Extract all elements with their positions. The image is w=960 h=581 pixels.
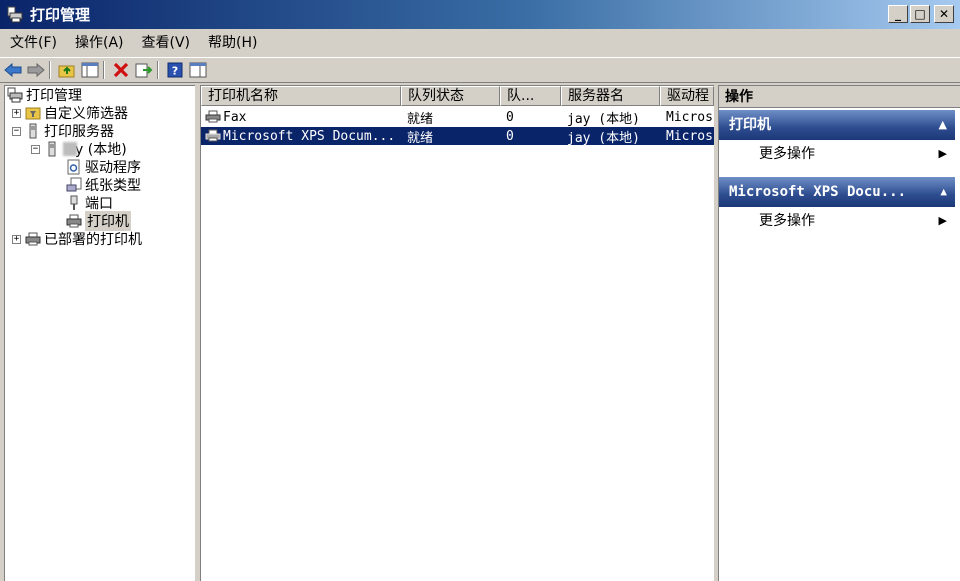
- actions-header: 操作: [719, 86, 960, 108]
- tree-label: y (本地): [75, 142, 127, 158]
- filter-folder-icon: [25, 105, 41, 121]
- column-jobs[interactable]: 队...: [500, 86, 561, 106]
- collapse-up-icon[interactable]: ▲: [940, 177, 947, 207]
- tree-label: 端口: [85, 196, 113, 212]
- menu-help[interactable]: 帮助(H): [200, 32, 265, 52]
- collapse-toggle[interactable]: −: [31, 144, 40, 154]
- printer-icon: [205, 110, 221, 124]
- tree-label: 打印机: [85, 211, 131, 231]
- section-title: Microsoft XPS Docu...: [729, 184, 907, 200]
- printer-name: Microsoft XPS Docum...: [223, 128, 396, 144]
- column-server-name[interactable]: 服务器名: [561, 86, 660, 106]
- column-printer-name[interactable]: 打印机名称: [201, 86, 401, 106]
- cell-jobs: 0: [506, 128, 514, 144]
- column-driver[interactable]: 驱动程: [660, 86, 714, 106]
- column-queue-status[interactable]: 队列状态: [401, 86, 500, 106]
- cell-status: 就绪: [407, 130, 434, 146]
- menu-bar: 文件(F) 操作(A) 查看(V) 帮助(H): [0, 29, 960, 55]
- menu-view[interactable]: 查看(V): [134, 32, 199, 52]
- tree-label: 驱动程序: [85, 160, 141, 176]
- toolbar-separator: [49, 61, 51, 79]
- printer-list[interactable]: 打印机名称 队列状态 队... 服务器名 驱动程 Fax 就绪 0 jay (本…: [200, 85, 714, 581]
- tree-item-printers[interactable]: 打印机: [66, 211, 131, 231]
- tree-label: 自定义筛选器: [44, 106, 128, 122]
- window-controls: _ □ ✕: [888, 5, 954, 23]
- tree-item-custom-filters[interactable]: + 自定义筛选器: [12, 104, 128, 122]
- tree-label: 已部署的打印机: [44, 232, 142, 248]
- toolbar-separator: [157, 61, 159, 79]
- cell-driver: Micros: [666, 128, 713, 144]
- cell-name: Microsoft XPS Docum...: [201, 129, 401, 144]
- title-bar: 打印管理 _ □ ✕: [0, 0, 960, 29]
- table-row[interactable]: Fax 就绪 0 jay (本地) Micros: [201, 108, 714, 127]
- tree-item-drivers[interactable]: 驱动程序: [66, 158, 141, 176]
- table-row[interactable]: Microsoft XPS Docum... 就绪 0 jay (本地) Mic…: [201, 127, 714, 146]
- toolbar: ?: [0, 57, 960, 83]
- tree-label: 打印管理: [26, 88, 82, 104]
- print-management-app-icon: [6, 6, 24, 24]
- tree-item-print-servers[interactable]: − 打印服务器: [12, 122, 114, 140]
- printer-icon: [25, 231, 41, 247]
- actions-pane: 操作 打印机 ▲ 更多操作 ▶ Microsoft XPS Docu... ▲ …: [718, 85, 960, 581]
- cell-driver: Micros: [666, 109, 713, 125]
- svg-text:?: ?: [172, 65, 178, 78]
- tree-item-print-management[interactable]: 打印管理: [7, 86, 82, 104]
- submenu-arrow-icon: ▶: [938, 214, 947, 227]
- collapse-toggle[interactable]: −: [12, 126, 21, 136]
- cell-server: jay (本地): [567, 111, 640, 127]
- more-actions-item[interactable]: 更多操作 ▶: [759, 143, 955, 165]
- action-label: 更多操作: [759, 213, 815, 229]
- actions-section-printers[interactable]: 打印机 ▲: [719, 110, 955, 140]
- tree-item-deployed-printers[interactable]: + 已部署的打印机: [12, 230, 142, 248]
- toolbar-separator: [103, 61, 105, 79]
- server-icon: [44, 141, 60, 157]
- navigation-tree[interactable]: 打印管理 + 自定义筛选器 − 打印服务器 − y (本地) 驱动程序 纸张类型: [4, 85, 195, 581]
- server-icon: [25, 123, 41, 139]
- menu-action[interactable]: 操作(A): [67, 32, 132, 52]
- close-button[interactable]: ✕: [934, 5, 954, 23]
- action-label: 更多操作: [759, 146, 815, 162]
- tree-item-local-server[interactable]: − y (本地): [31, 140, 127, 158]
- tree-label: 纸张类型: [85, 178, 141, 194]
- help-icon[interactable]: ?: [165, 60, 185, 80]
- back-arrow-icon[interactable]: [3, 60, 23, 80]
- export-list-icon[interactable]: [134, 60, 154, 80]
- paper-type-icon: [66, 177, 82, 193]
- actions-section-selected-printer[interactable]: Microsoft XPS Docu... ▲: [719, 177, 955, 207]
- port-icon: [66, 195, 82, 211]
- collapse-up-icon[interactable]: ▲: [939, 110, 947, 140]
- cell-jobs: 0: [506, 109, 514, 125]
- window-title: 打印管理: [30, 6, 91, 24]
- menu-file[interactable]: 文件(F): [2, 32, 65, 52]
- section-title: 打印机: [729, 117, 771, 133]
- show-hide-action-pane-icon[interactable]: [188, 60, 208, 80]
- forward-arrow-icon[interactable]: [26, 60, 46, 80]
- up-folder-icon[interactable]: [57, 60, 77, 80]
- show-hide-tree-icon[interactable]: [80, 60, 100, 80]
- cell-server: jay (本地): [567, 130, 640, 146]
- print-management-icon: [7, 87, 23, 103]
- redacted-text: [63, 142, 77, 156]
- maximize-button[interactable]: □: [910, 5, 930, 23]
- minimize-button[interactable]: _: [888, 5, 908, 23]
- printer-icon: [205, 129, 221, 143]
- tree-label: 打印服务器: [44, 124, 114, 140]
- submenu-arrow-icon: ▶: [938, 147, 947, 160]
- delete-icon[interactable]: [111, 60, 131, 80]
- expand-toggle[interactable]: +: [12, 234, 21, 244]
- list-header: 打印机名称 队列状态 队... 服务器名 驱动程: [201, 86, 714, 106]
- driver-icon: [66, 159, 82, 175]
- expand-toggle[interactable]: +: [12, 108, 21, 118]
- cell-name: Fax: [201, 110, 401, 125]
- more-actions-item[interactable]: 更多操作 ▶: [759, 210, 955, 232]
- printer-icon: [66, 213, 82, 229]
- cell-status: 就绪: [407, 111, 434, 127]
- tree-item-forms[interactable]: 纸张类型: [66, 176, 141, 194]
- printer-name: Fax: [223, 109, 247, 125]
- tree-item-ports[interactable]: 端口: [66, 194, 113, 212]
